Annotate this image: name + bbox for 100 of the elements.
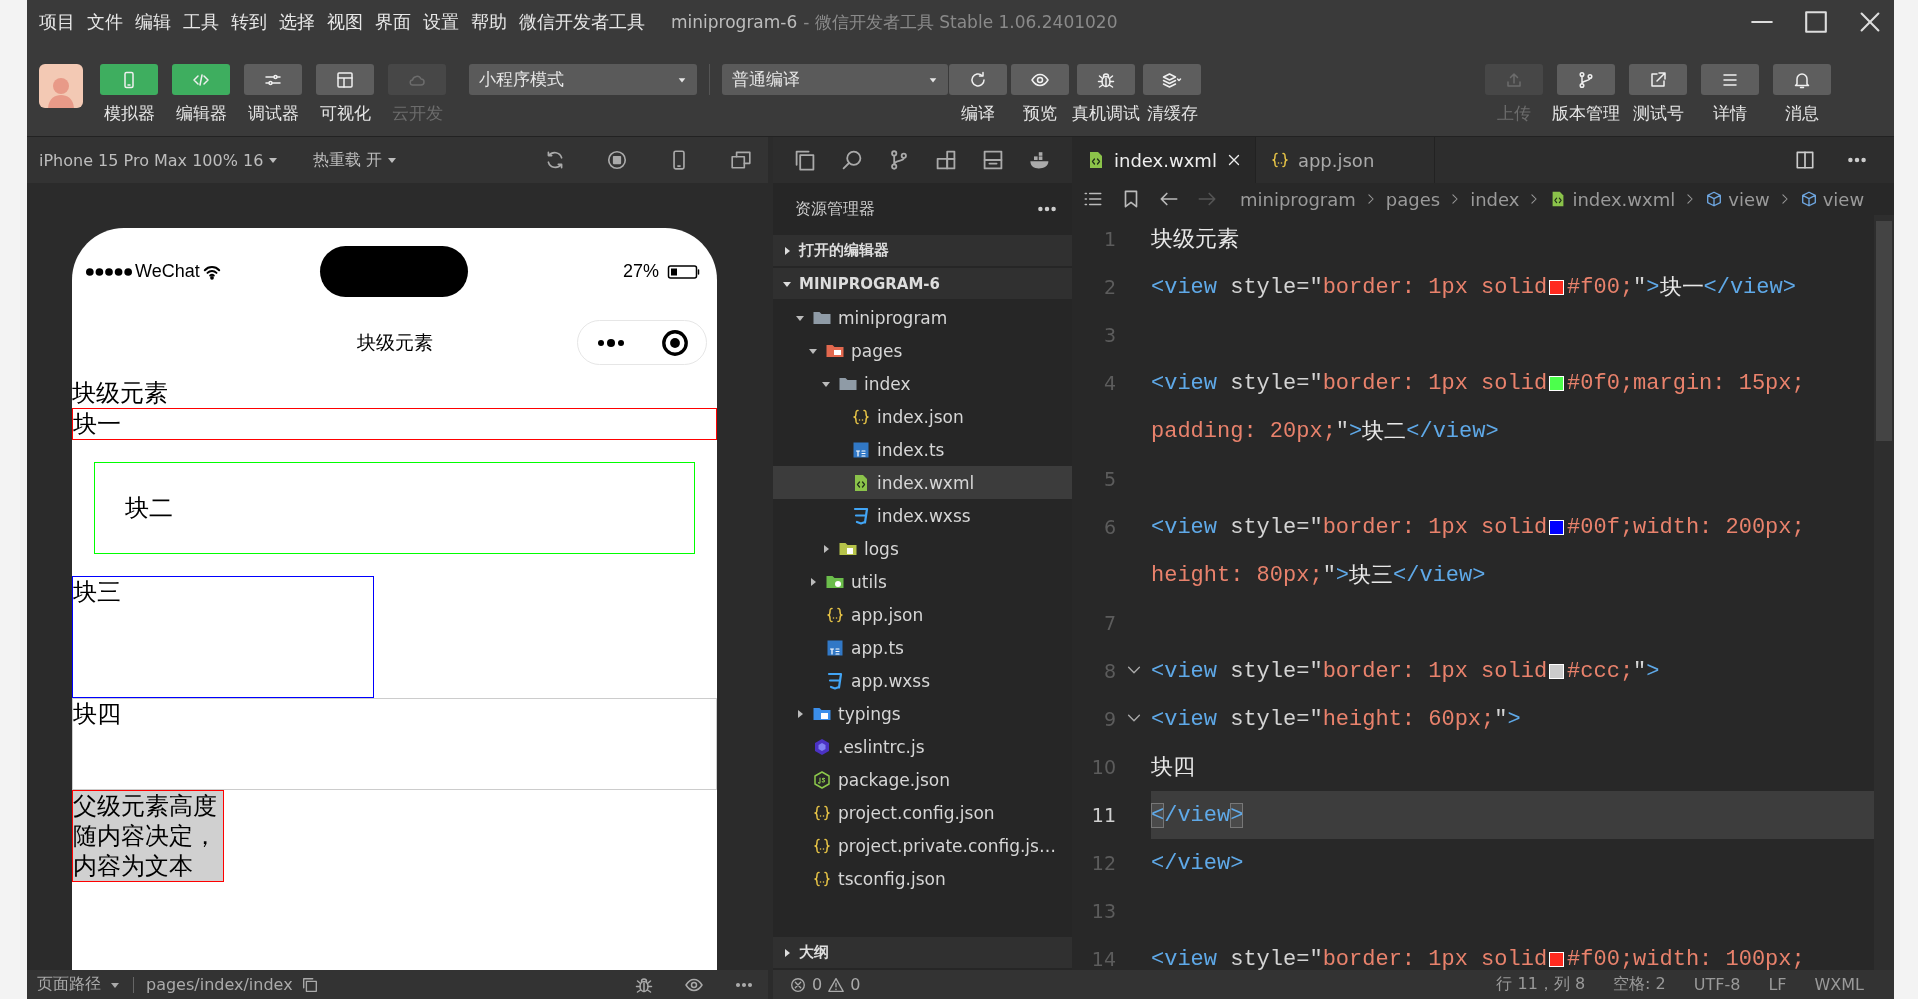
menu-button[interactable] xyxy=(1701,64,1759,95)
button-label: 可视化 xyxy=(319,102,371,125)
layers-button[interactable] xyxy=(1143,64,1201,95)
menu-item[interactable]: 选择 xyxy=(273,10,321,34)
code-line: <view style="border: 1px solid #ccc;"> xyxy=(1151,657,1660,686)
tree-item[interactable]: app.wxss xyxy=(773,664,1072,697)
breadcrumb-item[interactable]: miniprogram xyxy=(1240,188,1356,210)
menu-item[interactable]: 微信开发者工具 xyxy=(513,10,651,34)
export-button[interactable] xyxy=(1629,64,1687,95)
button-label: 清缓存 xyxy=(1146,102,1198,125)
section-header[interactable]: 打开的编辑器 xyxy=(773,235,1072,266)
tree-item[interactable]: app.json xyxy=(773,598,1072,631)
breadcrumb-item[interactable]: index xyxy=(1470,188,1520,210)
code-line: <view style="border: 1px solid #0f0;margin: 15px; xyxy=(1151,369,1805,398)
status-item[interactable]: 行 11，列 8 xyxy=(1496,974,1586,995)
layout-button[interactable] xyxy=(316,64,374,95)
device-select[interactable]: iPhone 15 Pro Max 100% 16 xyxy=(39,150,264,170)
tree-item[interactable]: index.json xyxy=(773,400,1072,433)
code-line: </view> xyxy=(1151,849,1244,878)
block-view: 块四 xyxy=(72,698,717,790)
button-label: 模拟器 xyxy=(103,102,155,125)
path-select[interactable]: 页面路径 xyxy=(37,974,101,995)
tree-item[interactable]: logs xyxy=(773,532,1072,565)
section-header[interactable]: MINIPROGRAM-6 xyxy=(773,268,1072,299)
battery-icon xyxy=(667,264,701,279)
editor-tab[interactable]: app.json xyxy=(1255,137,1435,183)
code-line: <view style="border: 1px solid #f00;width: 100px; xyxy=(1151,945,1805,970)
menu-item[interactable]: 设置 xyxy=(417,10,465,34)
mode-select[interactable]: 小程序模式 xyxy=(469,64,697,95)
warning-count: 0 xyxy=(850,975,861,994)
page-path: pages/index/index xyxy=(146,975,293,994)
menu-item[interactable]: 界面 xyxy=(369,10,417,34)
line-number: 11 xyxy=(1091,804,1116,826)
button-label: 预览 xyxy=(1023,102,1057,125)
tree-item[interactable]: app.ts xyxy=(773,631,1072,664)
tree-item[interactable]: project.private.config.js… xyxy=(773,829,1072,862)
more-icon[interactable] xyxy=(595,336,626,349)
layout-icon[interactable] xyxy=(335,69,355,90)
section-header[interactable]: 大纲 xyxy=(773,937,1072,968)
menu-item[interactable]: 转到 xyxy=(225,10,273,34)
page-text: 块级元素 xyxy=(72,378,169,408)
scrollbar[interactable] xyxy=(1874,215,1894,970)
stylesheet-icon xyxy=(851,505,871,526)
breadcrumb-item[interactable]: view xyxy=(1705,188,1770,210)
tree-item[interactable]: utils xyxy=(773,565,1072,598)
windows-icon[interactable] xyxy=(730,149,752,171)
hexagon-icon xyxy=(812,736,832,757)
tree-item[interactable]: index.wxml xyxy=(773,466,1072,499)
breadcrumb-item[interactable]: index.wxml xyxy=(1549,188,1676,210)
eye-button[interactable] xyxy=(1011,64,1069,95)
editor-tab[interactable]: index.wxml xyxy=(1072,137,1256,183)
menu-item[interactable]: 项目 xyxy=(33,10,81,34)
menu-item[interactable]: 编辑 xyxy=(129,10,177,34)
status-item[interactable]: UTF-8 xyxy=(1693,975,1741,994)
tree-item[interactable]: .eslintrc.js xyxy=(773,730,1072,763)
status-item[interactable]: WXML xyxy=(1814,975,1864,994)
stop-icon[interactable] xyxy=(606,149,628,171)
project-name: miniprogram-6 xyxy=(671,12,798,32)
tree-item[interactable]: index xyxy=(773,367,1072,400)
app-version: - 微信开发者工具 Stable 1.06.2401020 xyxy=(803,10,1118,34)
tree-item[interactable]: index.wxss xyxy=(773,499,1072,532)
error-icon[interactable] xyxy=(789,975,807,994)
code-line: <view style="border: 1px solid #00f;width: 200px; xyxy=(1151,513,1805,542)
code-line: 块级元素 xyxy=(1151,226,1239,255)
menu-item[interactable]: 视图 xyxy=(321,10,369,34)
tree-item[interactable]: index.ts xyxy=(773,433,1072,466)
breadcrumb-item[interactable]: view xyxy=(1799,188,1865,210)
export-icon[interactable] xyxy=(1648,69,1668,90)
menu-item[interactable]: 文件 xyxy=(81,10,129,34)
debug-button[interactable] xyxy=(244,64,302,95)
bug-button[interactable] xyxy=(1077,64,1135,95)
refresh-button[interactable] xyxy=(949,64,1007,95)
hot-reload-select[interactable]: 热重载 开 xyxy=(313,149,383,171)
bell-button[interactable] xyxy=(1773,64,1831,95)
copy-icon[interactable] xyxy=(300,975,319,994)
tree-item[interactable]: tsconfig.json xyxy=(773,862,1072,895)
refresh-icon[interactable] xyxy=(968,69,988,90)
maximize-icon[interactable] xyxy=(1802,8,1830,36)
branch-button[interactable] xyxy=(1557,64,1615,95)
status-item[interactable]: 空格: 2 xyxy=(1613,974,1666,995)
target-icon[interactable] xyxy=(660,328,689,357)
hexagon-icon xyxy=(812,769,832,790)
tree-item[interactable]: project.config.json xyxy=(773,796,1072,829)
code-line: <view style="border: 1px solid #f00;">块一</view> xyxy=(1151,273,1796,303)
menu-item[interactable]: 工具 xyxy=(177,10,225,34)
warning-icon[interactable] xyxy=(827,975,846,994)
tree-item[interactable]: miniprogram xyxy=(773,301,1072,334)
status-item[interactable]: LF xyxy=(1768,975,1787,994)
button-label: 编译 xyxy=(961,102,995,125)
tree-item[interactable]: package.json xyxy=(773,763,1072,796)
breadcrumb-item[interactable]: pages xyxy=(1385,188,1441,210)
split-icon[interactable] xyxy=(1794,149,1816,171)
branch-icon[interactable] xyxy=(1576,69,1596,90)
button-label: 版本管理 xyxy=(1552,102,1620,125)
button-label: 编辑器 xyxy=(175,102,227,125)
tree-item[interactable]: pages xyxy=(773,334,1072,367)
menu-item[interactable]: 帮助 xyxy=(465,10,513,34)
code-line: padding: 20px;">块二</view> xyxy=(1151,417,1499,447)
tree-item[interactable]: typings xyxy=(773,697,1072,730)
compile-select[interactable]: 普通编译 xyxy=(722,64,948,95)
